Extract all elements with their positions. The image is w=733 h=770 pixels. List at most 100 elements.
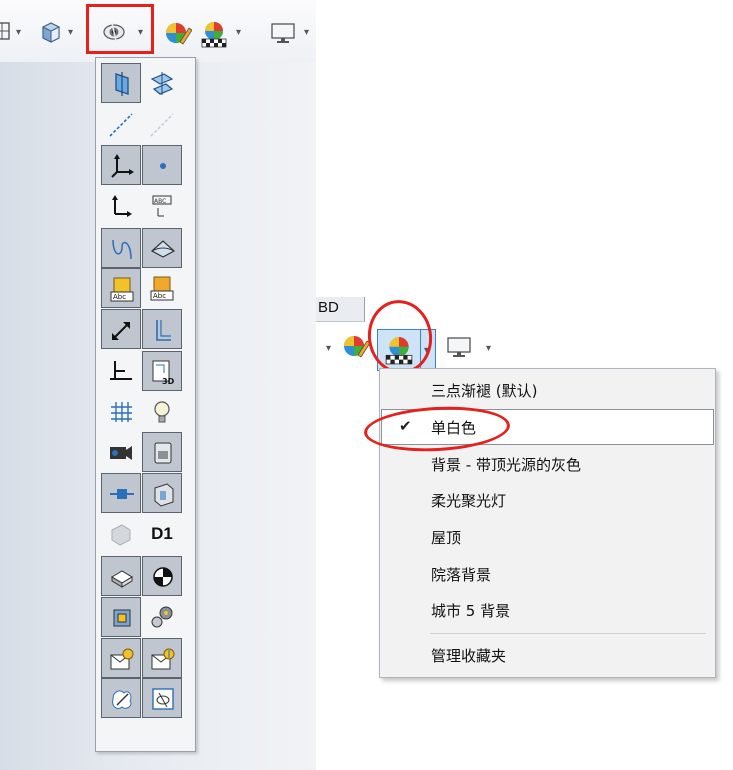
surface-button[interactable]: [142, 228, 182, 268]
sensors-icon: [110, 648, 134, 670]
display-pane-icon: [152, 688, 174, 710]
point-button[interactable]: [142, 145, 182, 185]
hole-wizard-button[interactable]: [101, 514, 141, 554]
menu-separator: [430, 633, 706, 634]
printer-button[interactable]: [101, 556, 141, 596]
sketch-3d-icon: 3D: [152, 360, 175, 386]
plane-3d-icon: [150, 72, 174, 95]
lights-icon: [154, 401, 170, 423]
axis-icon: [109, 113, 133, 137]
menu-item-label: 背景 - 带顶光源的灰色: [431, 456, 581, 474]
coordinate-system-icon: [112, 195, 132, 217]
gear-mate-button[interactable]: [142, 597, 182, 637]
dimension-xpert-button[interactable]: ABC: [142, 186, 182, 226]
curves-icon: [112, 239, 132, 260]
parts-icon: [113, 609, 131, 627]
lights-button[interactable]: [142, 392, 182, 432]
sketch-edit-button[interactable]: [101, 678, 141, 718]
appearance-edit-icon[interactable]: [342, 333, 370, 359]
menu-item-three-point-fade[interactable]: 三点渐褪 (默认): [381, 372, 714, 408]
routing-button[interactable]: [142, 473, 182, 513]
origin-button[interactable]: [101, 145, 141, 185]
menu-item-label: 管理收藏夹: [431, 647, 507, 665]
menu-item-label: 城市 5 背景: [431, 602, 511, 620]
routing-icon: [154, 483, 174, 507]
menu-item-label: 屋顶: [431, 529, 462, 547]
curves-button[interactable]: [101, 228, 141, 268]
scene-icon[interactable]: [200, 20, 228, 48]
weld-bead-button[interactable]: [101, 309, 141, 349]
chevron-down-icon[interactable]: ▾: [68, 28, 73, 38]
cube-view-icon[interactable]: [39, 20, 63, 44]
tab-label: BD: [318, 299, 339, 316]
highlight-box: [86, 4, 154, 54]
surface-icon: [150, 240, 176, 258]
svg-text:3D: 3D: [162, 377, 175, 386]
svg-text:Abc: Abc: [113, 293, 126, 301]
menu-item-soft-spotlight[interactable]: 柔光聚光灯: [381, 482, 714, 518]
plane-button[interactable]: [101, 63, 141, 103]
printer-icon: [111, 570, 133, 588]
weld-bead-icon: [112, 322, 130, 340]
plane-3d-button[interactable]: [142, 63, 182, 103]
display-monitor-icon[interactable]: [446, 336, 472, 358]
annotation-abc-2-button[interactable]: Abc: [142, 268, 182, 308]
plane-icon: [115, 72, 129, 96]
parts-button[interactable]: [101, 597, 141, 637]
view-grid-icon[interactable]: [0, 22, 10, 40]
display-pane-button[interactable]: [142, 678, 182, 718]
svg-text:ABC: ABC: [154, 198, 166, 205]
hide-show-items-flyout: ABC Abc Abc 3D D1: [95, 57, 196, 752]
menu-item-label: 院落背景: [431, 566, 492, 584]
dimension-names-button[interactable]: D1: [142, 514, 182, 554]
sketch-relations-icon: [156, 320, 171, 341]
decal-icon: [154, 442, 172, 464]
annotation-abc-button[interactable]: Abc: [101, 268, 141, 308]
left-view-panel: ▾ ▾ ▾ ▾ ▾ ABC Abc Abc 3D D1: [0, 0, 316, 770]
gear-mate-icon: [151, 606, 173, 628]
menu-item-gray-background-top-light[interactable]: 背景 - 带顶光源的灰色: [381, 446, 714, 482]
annotation-abc-icon: Abc: [110, 277, 134, 302]
sketch-3d-button[interactable]: 3D: [142, 351, 182, 391]
sketch-relations-button[interactable]: [142, 309, 182, 349]
dimension-xpert-icon: ABC: [152, 195, 172, 217]
feature-tree-tab[interactable]: BD: [316, 297, 365, 322]
decal-button[interactable]: [142, 432, 182, 472]
chevron-down-icon[interactable]: ▾: [16, 28, 21, 38]
chevron-down-icon[interactable]: ▾: [486, 344, 491, 354]
connector-button[interactable]: [101, 473, 141, 513]
display-monitor-icon[interactable]: [270, 22, 296, 44]
sensors-button[interactable]: [101, 638, 141, 678]
sketch-edit-icon: [112, 690, 132, 710]
menu-item-manage-favorites[interactable]: 管理收藏夹: [381, 637, 714, 673]
menu-item-roof[interactable]: 屋顶: [381, 519, 714, 555]
chevron-down-icon[interactable]: ▾: [236, 28, 241, 38]
menu-item-label: 柔光聚光灯: [431, 492, 507, 510]
camera-button[interactable]: [101, 432, 141, 472]
menu-item-label: 三点渐褪 (默认): [431, 382, 538, 400]
temporary-axis-icon: [150, 113, 174, 137]
plane-sketch-button[interactable]: [101, 351, 141, 391]
chevron-down-icon[interactable]: ▾: [326, 344, 331, 354]
temporary-axis-button[interactable]: [142, 105, 182, 145]
svg-text:Abc: Abc: [153, 292, 166, 300]
appearance-edit-icon[interactable]: [164, 20, 192, 46]
grid-icon: [111, 402, 132, 422]
d1-label: D1: [151, 524, 173, 543]
sensors-2-button[interactable]: [142, 638, 182, 678]
camera-icon: [110, 446, 132, 460]
origin-icon: [111, 154, 134, 178]
coordinate-system-button[interactable]: [101, 186, 141, 226]
center-of-mass-button[interactable]: [142, 556, 182, 596]
menu-item-city-5-background[interactable]: 城市 5 背景: [381, 592, 714, 628]
annotation-abc-2-icon: Abc: [150, 276, 174, 301]
hole-wizard-icon: [111, 524, 131, 546]
menu-item-courtyard-background[interactable]: 院落背景: [381, 556, 714, 592]
connector-icon: [110, 489, 134, 499]
chevron-down-icon[interactable]: ▾: [304, 28, 309, 38]
grid-button[interactable]: [101, 392, 141, 432]
center-of-mass-icon: [153, 567, 173, 587]
plane-sketch-icon: [110, 361, 132, 380]
axis-button[interactable]: [101, 105, 141, 145]
sensors-2-icon: [151, 648, 175, 670]
